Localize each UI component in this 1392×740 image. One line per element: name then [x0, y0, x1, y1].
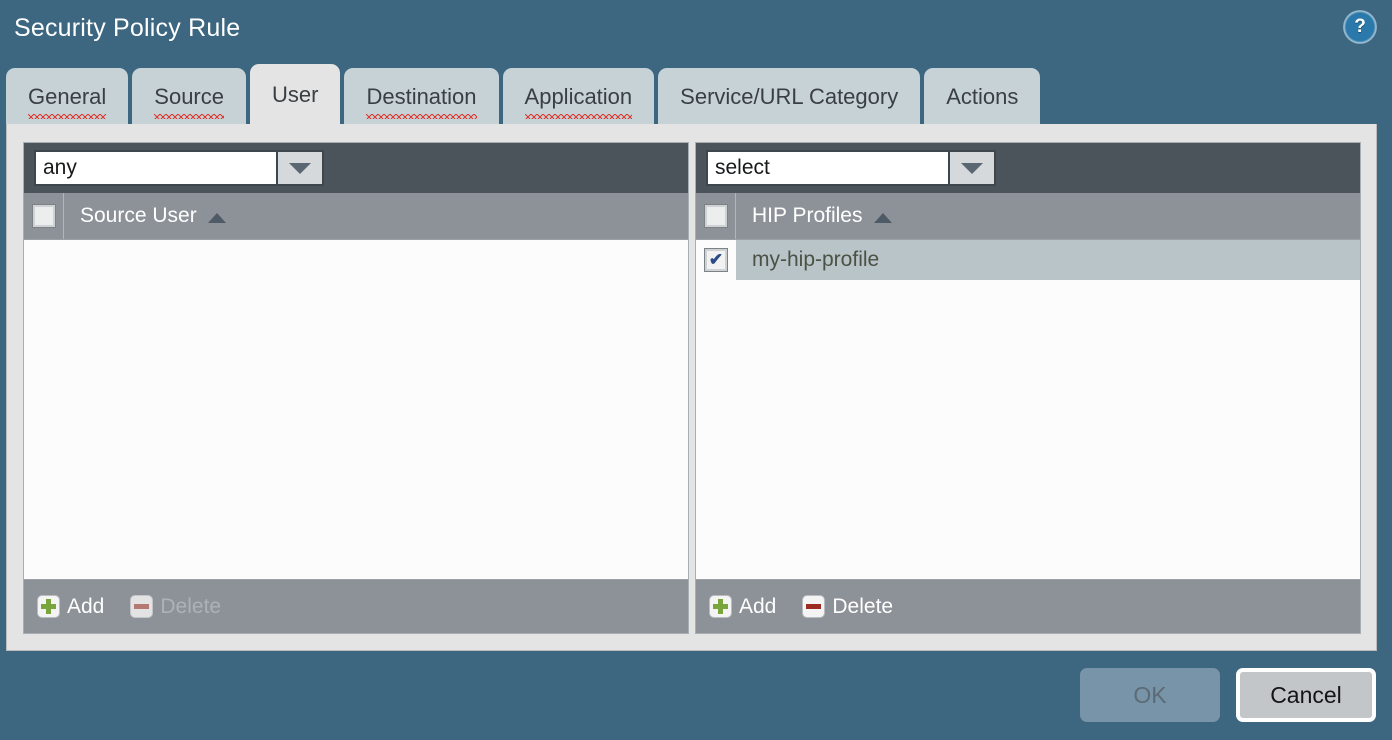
tab-destination-label: Destination [366, 84, 477, 119]
hip-profiles-footer: Add Delete [696, 579, 1360, 633]
help-question-glyph: ? [1354, 16, 1366, 37]
source-user-column-title: Source User [80, 204, 197, 227]
plus-icon [709, 595, 732, 618]
hip-profile-row-checkbox-cell[interactable]: ✔ [696, 240, 736, 280]
tab-application-label: Application [524, 84, 633, 119]
hip-profiles-delete-button[interactable]: Delete [802, 595, 893, 619]
hip-profiles-combo-value[interactable]: select [708, 152, 948, 184]
hip-profiles-select-all-cell[interactable] [696, 193, 736, 239]
source-user-select-all-checkbox[interactable] [31, 204, 56, 228]
source-user-delete-label: Delete [160, 594, 222, 618]
hip-profiles-select-all-checkbox[interactable] [703, 204, 728, 228]
source-user-panel: any Source User Add Delete [23, 142, 689, 634]
help-icon[interactable]: ? [1343, 10, 1377, 44]
hip-profiles-column-title: HIP Profiles [752, 204, 863, 227]
source-user-footer: Add Delete [24, 579, 688, 633]
tab-general[interactable]: General [6, 68, 129, 126]
minus-icon [130, 595, 154, 618]
tab-content-user: any Source User Add Delete select HIP Pr… [6, 124, 1377, 651]
ok-button: OK [1080, 668, 1220, 722]
source-user-select-all-cell[interactable] [24, 193, 64, 239]
hip-profiles-panel: select HIP Profiles ✔ my-hip-profile Add… [695, 142, 1361, 634]
hip-profile-row-checkbox[interactable]: ✔ [704, 248, 728, 272]
source-user-combo[interactable]: any [34, 150, 324, 186]
hip-profiles-delete-label: Delete [832, 594, 894, 618]
tab-actions-label: Actions [946, 84, 1019, 109]
minus-icon [802, 595, 826, 618]
chevron-down-icon[interactable] [948, 152, 994, 184]
tab-application[interactable]: Application [502, 68, 655, 126]
tab-general-label: General [28, 84, 107, 119]
hip-profiles-combo[interactable]: select [706, 150, 996, 186]
tab-actions[interactable]: Actions [924, 68, 1041, 126]
hip-profiles-add-button[interactable]: Add [709, 595, 776, 619]
hip-profiles-toolbar: select [696, 143, 1360, 193]
hip-profiles-column-header: HIP Profiles [696, 193, 1360, 240]
table-row[interactable]: ✔ my-hip-profile [696, 240, 1360, 280]
checkmark-icon: ✔ [708, 249, 724, 269]
tab-service-url-category-label: Service/URL Category [680, 84, 899, 109]
dialog-button-bar: OK Cancel [1080, 668, 1376, 722]
tab-user[interactable]: User [250, 64, 341, 126]
cancel-button[interactable]: Cancel [1236, 668, 1376, 722]
sort-ascending-icon[interactable] [873, 212, 892, 223]
source-user-add-button[interactable]: Add [37, 595, 104, 619]
source-user-list[interactable] [24, 240, 688, 579]
source-user-column-header: Source User [24, 193, 688, 240]
hip-profile-row-label: my-hip-profile [752, 248, 880, 271]
hip-profiles-list[interactable]: ✔ my-hip-profile [696, 240, 1360, 579]
chevron-down-icon[interactable] [276, 152, 322, 184]
tab-source[interactable]: Source [132, 68, 246, 126]
hip-profiles-add-label: Add [739, 594, 777, 618]
source-user-combo-value[interactable]: any [36, 152, 276, 184]
source-user-add-label: Add [67, 594, 105, 618]
tab-bar: General Source User Destination Applicat… [6, 64, 1041, 126]
source-user-toolbar: any [24, 143, 688, 193]
sort-ascending-icon[interactable] [207, 212, 226, 223]
tab-user-label: User [272, 82, 319, 107]
tab-source-label: Source [154, 84, 224, 119]
plus-icon [37, 595, 60, 618]
tab-destination[interactable]: Destination [344, 68, 499, 126]
page-title: Security Policy Rule [14, 14, 241, 42]
tab-service-url-category[interactable]: Service/URL Category [658, 68, 921, 126]
source-user-delete-button: Delete [130, 595, 221, 619]
